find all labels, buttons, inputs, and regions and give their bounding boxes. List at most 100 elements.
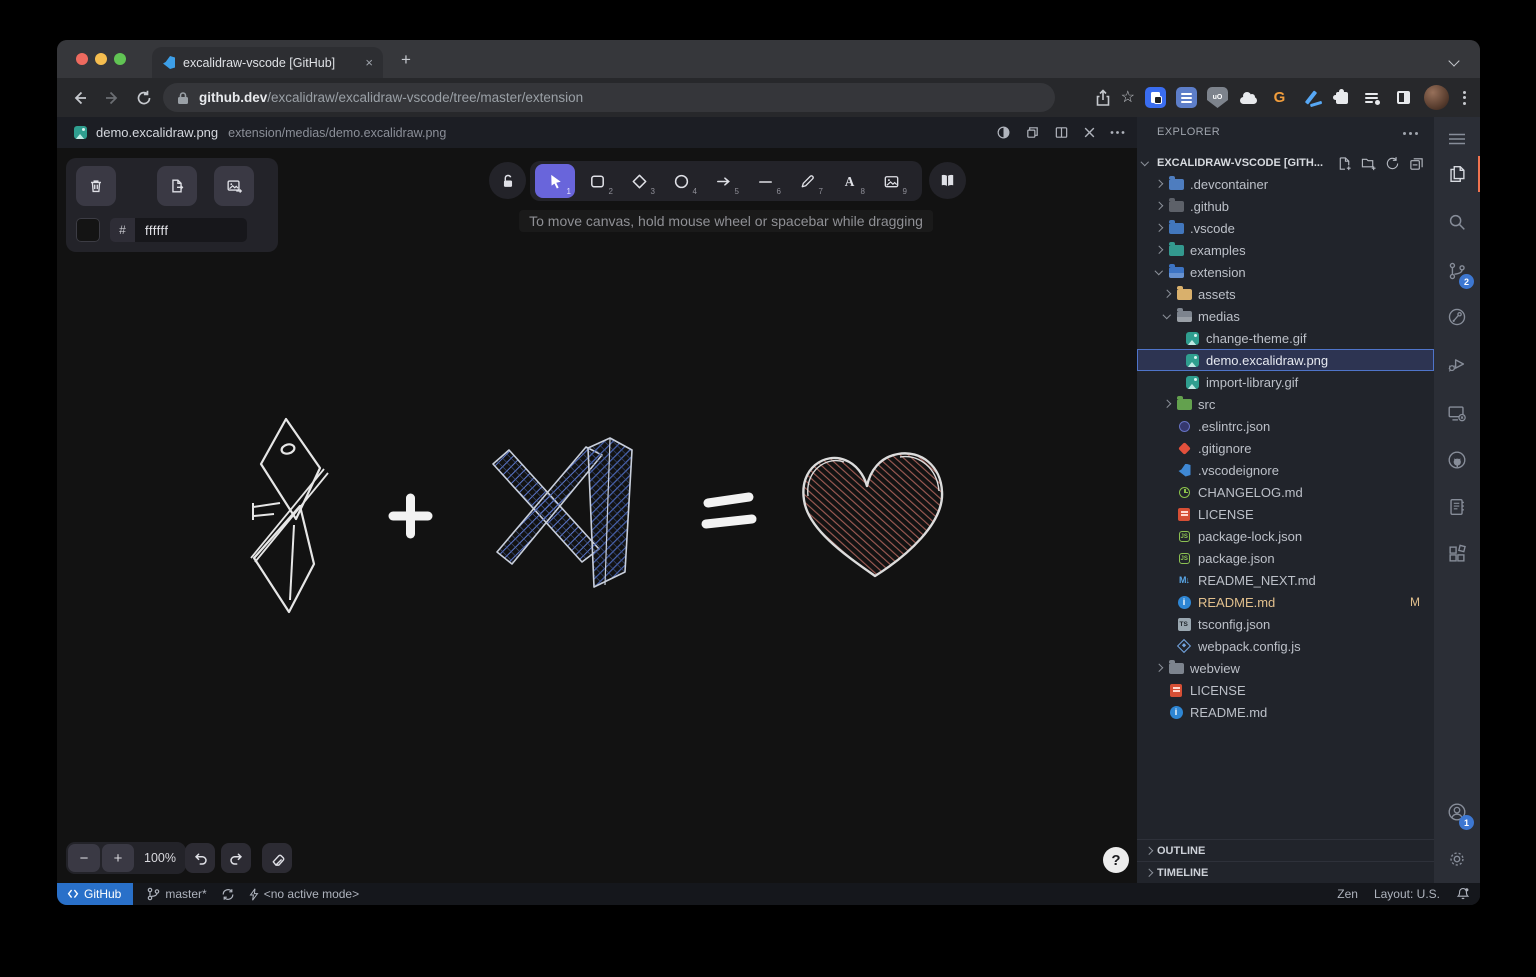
tree-item-readme-md[interactable]: README.mdM (1137, 591, 1434, 613)
toggle-theme-icon[interactable] (996, 125, 1011, 140)
password-manager-extension-icon[interactable] (1145, 87, 1166, 108)
settings-gear-icon[interactable] (1434, 839, 1480, 879)
ublock-origin-extension-icon[interactable]: uO (1207, 87, 1228, 108)
breadcrumb[interactable]: extension/medias/demo.excalidraw.png (228, 126, 446, 140)
search-view-icon[interactable] (1434, 202, 1480, 242)
zen-indicator[interactable]: Zen (1337, 887, 1358, 901)
tree-item-readme-md[interactable]: README.md (1137, 701, 1434, 723)
address-bar[interactable]: github.dev/excalidraw/excalidraw-vscode/… (163, 83, 1055, 112)
browser-tab-strip: excalidraw-vscode [GitHub] × + (57, 40, 1480, 78)
tree-item-webpack-config-js[interactable]: webpack.config.js (1137, 635, 1434, 657)
editor-tab-bar: demo.excalidraw.png extension/medias/dem… (57, 117, 1137, 148)
tree-item-readme-next-md[interactable]: M↓ README_NEXT.md (1137, 569, 1434, 591)
tree-item-demo-excalidraw-png[interactable]: demo.excalidraw.png (1137, 349, 1434, 371)
cloud-extension-icon[interactable] (1238, 87, 1259, 108)
tree-item-medias[interactable]: medias (1137, 305, 1434, 327)
collapse-all-icon[interactable] (1409, 156, 1424, 171)
bolt-extension-icon[interactable] (1300, 87, 1321, 108)
list-extension-icon[interactable] (1176, 87, 1197, 108)
explorer-more-icon[interactable] (1403, 132, 1418, 135)
tree-item-examples[interactable]: examples (1137, 239, 1434, 261)
tab-search-chevron-icon[interactable] (1448, 55, 1459, 66)
branch-indicator[interactable]: master* (147, 887, 206, 901)
reload-icon[interactable] (135, 89, 153, 107)
browser-toolbar: github.dev/excalidraw/excalidraw-vscode/… (57, 78, 1480, 117)
menu-icon[interactable] (1434, 119, 1480, 159)
tree-item-package-json[interactable]: package.json (1137, 547, 1434, 569)
editor-tab[interactable]: demo.excalidraw.png extension/medias/dem… (57, 117, 456, 148)
back-icon[interactable] (71, 89, 89, 107)
tree-item--vscode[interactable]: .vscode (1137, 217, 1434, 239)
timeline-section[interactable]: TIMELINE (1137, 861, 1434, 883)
close-window-button[interactable] (76, 53, 88, 65)
zoom-window-button[interactable] (114, 53, 126, 65)
tree-item-license[interactable]: LICENSE (1137, 679, 1434, 701)
tree-item-assets[interactable]: assets (1137, 283, 1434, 305)
playlist-extension-icon[interactable] (1362, 87, 1383, 108)
tree-item-src[interactable]: src (1137, 393, 1434, 415)
browser-tab[interactable]: excalidraw-vscode [GitHub] × (152, 47, 383, 78)
zoom-in-button[interactable]: + (102, 844, 134, 872)
forward-icon[interactable] (103, 89, 121, 107)
side-panel-extension-icon[interactable] (1393, 87, 1414, 108)
tree-item-tsconfig-json[interactable]: tsconfig.json (1137, 613, 1434, 635)
explorer-view-icon[interactable] (1434, 154, 1480, 194)
notifications-bell-icon[interactable] (1456, 887, 1470, 901)
zoom-out-button[interactable]: − (68, 844, 100, 872)
new-folder-icon[interactable] (1361, 156, 1376, 171)
active-mode-indicator[interactable]: <no active mode> (249, 887, 359, 901)
browser-menu-icon[interactable] (1459, 91, 1470, 105)
explorer-section-header[interactable]: EXCALIDRAW-VSCODE [GITH... (1137, 152, 1434, 174)
minimize-window-button[interactable] (95, 53, 107, 65)
share-icon[interactable] (1095, 89, 1111, 107)
extensions-view-icon[interactable] (1434, 534, 1480, 574)
mdnext-icon: M↓ (1175, 572, 1193, 588)
open-changes-icon[interactable] (1025, 125, 1040, 140)
eraser-button[interactable] (262, 843, 292, 873)
notebook-view-icon[interactable] (1434, 487, 1480, 527)
tree-item--gitignore[interactable]: .gitignore (1137, 437, 1434, 459)
tree-item--vscodeignore[interactable]: .vscodeignore (1137, 459, 1434, 481)
layout-indicator[interactable]: Layout: U.S. (1374, 887, 1440, 901)
extension-icons: uO G (1145, 87, 1414, 108)
run-view-icon[interactable] (1434, 297, 1480, 337)
outline-section[interactable]: OUTLINE (1137, 839, 1434, 861)
tree-item-label: README_NEXT.md (1198, 573, 1316, 588)
refresh-icon[interactable] (1385, 156, 1400, 171)
tree-item--eslintrc-json[interactable]: .eslintrc.json (1137, 415, 1434, 437)
branch-label: master* (165, 887, 206, 901)
close-tab-icon[interactable]: × (365, 56, 373, 69)
github-view-icon[interactable] (1434, 440, 1480, 480)
tree-item-webview[interactable]: webview (1137, 657, 1434, 679)
tree-item-extension[interactable]: extension (1137, 261, 1434, 283)
excalidraw-canvas[interactable]: # ffffff 1234567A89 To move canvas, hold… (57, 148, 1137, 883)
tree-item-changelog-md[interactable]: CHANGELOG.md (1137, 481, 1434, 503)
undo-button[interactable] (185, 843, 215, 873)
tree-item-import-library-gif[interactable]: import-library.gif (1137, 371, 1434, 393)
remote-indicator[interactable]: GitHub (57, 883, 133, 905)
close-editor-icon[interactable] (1083, 126, 1096, 139)
profile-avatar[interactable] (1424, 85, 1449, 110)
g-extension-icon[interactable]: G (1269, 87, 1290, 108)
tree-item-change-theme-gif[interactable]: change-theme.gif (1137, 327, 1434, 349)
split-editor-icon[interactable] (1054, 125, 1069, 140)
remote-explorer-view-icon[interactable] (1434, 393, 1480, 433)
debug-view-icon[interactable] (1434, 344, 1480, 384)
help-button[interactable]: ? (1103, 847, 1129, 873)
sync-indicator[interactable] (221, 888, 235, 901)
tree-item-package-lock-json[interactable]: package-lock.json (1137, 525, 1434, 547)
more-actions-icon[interactable] (1110, 130, 1125, 135)
zoom-level[interactable]: 100% (134, 851, 186, 865)
tree-item-label: medias (1198, 309, 1240, 324)
new-file-icon[interactable] (1337, 156, 1352, 171)
eslint-icon (1175, 418, 1193, 434)
new-tab-button[interactable]: + (401, 51, 411, 68)
redo-button[interactable] (221, 843, 251, 873)
bookmark-star-icon[interactable]: ☆ (1121, 90, 1135, 106)
tree-item--github[interactable]: .github (1137, 195, 1434, 217)
source-control-view-icon[interactable]: 2 (1434, 251, 1480, 291)
tree-item--devcontainer[interactable]: .devcontainer (1137, 173, 1434, 195)
extensions-puzzle-icon[interactable] (1331, 87, 1352, 108)
tree-item-license[interactable]: LICENSE (1137, 503, 1434, 525)
accounts-icon[interactable]: 1 (1434, 792, 1480, 832)
